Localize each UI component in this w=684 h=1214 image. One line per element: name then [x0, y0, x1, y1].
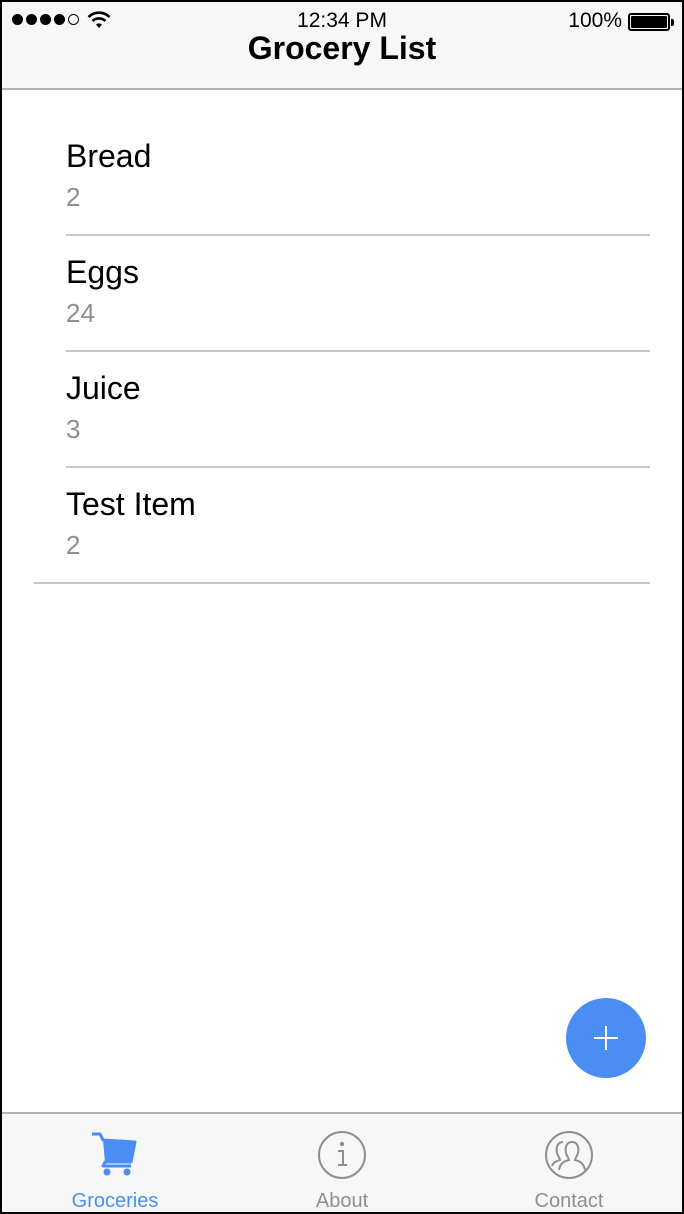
tab-contact[interactable]: Contact	[456, 1114, 682, 1212]
tab-bar: Groceries About Contact	[2, 1112, 682, 1212]
item-quantity: 2	[66, 182, 81, 212]
info-icon	[318, 1131, 366, 1179]
battery-icon	[628, 13, 674, 31]
list-separator	[34, 582, 650, 584]
tab-groceries[interactable]: Groceries	[2, 1114, 228, 1212]
cart-icon	[92, 1132, 137, 1176]
grocery-list: Bread 2 Eggs 24 Juice 3 Test Item 2	[2, 90, 682, 584]
list-item[interactable]: Eggs 24	[2, 236, 682, 352]
list-item[interactable]: Juice 3	[2, 352, 682, 468]
item-quantity: 3	[66, 414, 81, 444]
item-name: Bread	[66, 138, 152, 174]
contacts-icon	[545, 1131, 593, 1179]
item-quantity: 2	[66, 530, 81, 560]
item-quantity: 24	[66, 298, 95, 328]
tab-label: About	[315, 1190, 369, 1212]
item-name: Eggs	[66, 254, 139, 290]
item-name: Test Item	[66, 486, 196, 522]
tab-label: Contact	[534, 1190, 604, 1212]
navigation-header: 12:34 PM 100% Grocery List	[2, 2, 682, 90]
list-item[interactable]: Test Item 2	[2, 468, 682, 584]
phone-screen: 12:34 PM 100% Grocery List Bread 2 Eggs …	[2, 2, 682, 1212]
plus-icon	[594, 1026, 618, 1050]
page-title: Grocery List	[247, 30, 437, 66]
item-name: Juice	[66, 370, 141, 406]
list-item[interactable]: Bread 2	[2, 90, 682, 236]
tab-about[interactable]: About	[229, 1114, 455, 1212]
add-item-button[interactable]	[566, 998, 646, 1078]
tab-label: Groceries	[71, 1190, 159, 1212]
